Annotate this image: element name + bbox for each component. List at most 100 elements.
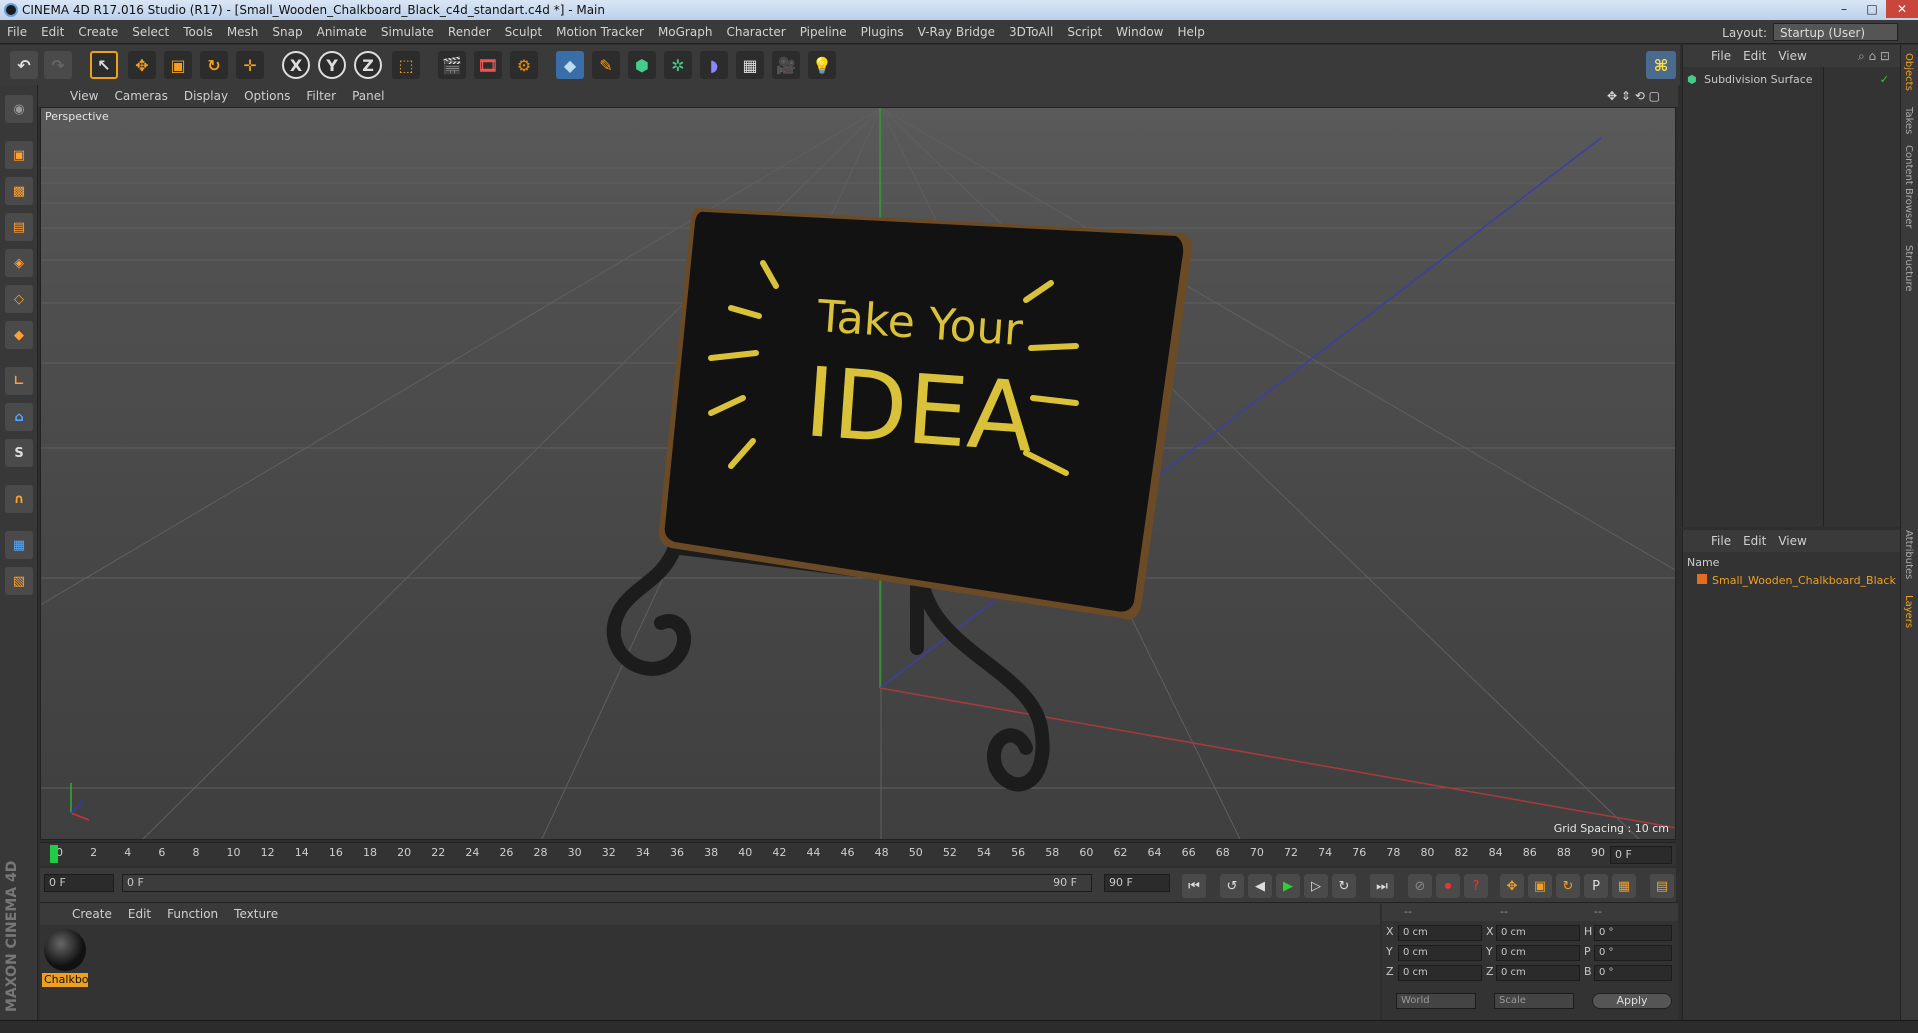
- close-button[interactable]: ✕: [1886, 0, 1918, 18]
- layout-dropdown[interactable]: Startup (User): [1773, 23, 1898, 41]
- texture-mode-icon[interactable]: ▩: [5, 177, 33, 205]
- menu-tools[interactable]: Tools: [176, 20, 220, 44]
- rotate-tool-icon[interactable]: ↻: [200, 51, 228, 79]
- position-z-field[interactable]: 0 cm: [1398, 965, 1482, 981]
- position-x-field[interactable]: 0 cm: [1398, 925, 1482, 941]
- scale-tool-icon[interactable]: ▣: [164, 51, 192, 79]
- render-view-icon[interactable]: 🎬: [438, 51, 466, 79]
- key-parameter-icon[interactable]: P: [1584, 874, 1608, 898]
- material-name[interactable]: Chalkbo: [42, 973, 88, 987]
- menu-file[interactable]: File: [0, 20, 34, 44]
- planar-workplane-icon[interactable]: ▧: [5, 567, 33, 595]
- viewport-menu-cameras[interactable]: Cameras: [106, 89, 175, 103]
- record-active-objects-icon[interactable]: ⏺: [1436, 874, 1460, 898]
- viewport-menu-filter[interactable]: Filter: [298, 89, 344, 103]
- render-picture-viewer-icon[interactable]: 🎞: [474, 51, 502, 79]
- current-frame-field[interactable]: 0 F: [1610, 846, 1672, 864]
- select-tool-icon[interactable]: ↖: [90, 51, 118, 79]
- menu-window[interactable]: Window: [1109, 20, 1170, 44]
- layer-menu-file[interactable]: File: [1705, 534, 1737, 548]
- next-key-icon[interactable]: ↻: [1332, 874, 1356, 898]
- coordinate-space-dropdown[interactable]: World: [1396, 993, 1476, 1009]
- subdivision-surface-icon[interactable]: ⬢: [628, 51, 656, 79]
- model-mode-icon[interactable]: ▣: [5, 141, 33, 169]
- menu-vray-bridge[interactable]: V-Ray Bridge: [911, 20, 1002, 44]
- play-icon[interactable]: ▶: [1276, 874, 1300, 898]
- workplane-mode-icon[interactable]: ▤: [5, 213, 33, 241]
- size-x-field[interactable]: 0 cm: [1496, 925, 1580, 941]
- x-axis-lock[interactable]: X: [282, 51, 310, 79]
- tab-objects[interactable]: Objects: [1903, 53, 1914, 91]
- mograph-cloner-icon[interactable]: ✲: [664, 51, 692, 79]
- timeline-window-icon[interactable]: ▤: [1650, 874, 1674, 898]
- object-enabled-check-icon[interactable]: ✓: [1880, 71, 1889, 89]
- material-menu-texture[interactable]: Texture: [226, 907, 286, 921]
- points-mode-icon[interactable]: ◈: [5, 249, 33, 277]
- coordinate-system-icon[interactable]: ⬚: [392, 51, 420, 79]
- position-y-field[interactable]: 0 cm: [1398, 945, 1482, 961]
- menu-mograph[interactable]: MoGraph: [651, 20, 720, 44]
- layer-row[interactable]: Small_Wooden_Chalkboard_Black: [1697, 574, 1896, 587]
- viewport-nav-icons[interactable]: ✥ ⇕ ⟲ ▢: [1599, 85, 1668, 107]
- rotation-h-field[interactable]: 0 °: [1594, 925, 1672, 941]
- apply-button[interactable]: Apply: [1592, 993, 1672, 1009]
- menu-plugins[interactable]: Plugins: [854, 20, 911, 44]
- key-pla-icon[interactable]: ▦: [1612, 874, 1636, 898]
- material-swatch[interactable]: [44, 929, 86, 971]
- menu-help[interactable]: Help: [1170, 20, 1211, 44]
- tab-content-browser[interactable]: Content Browser: [1903, 145, 1914, 228]
- pen-spline-icon[interactable]: ✎: [592, 51, 620, 79]
- previous-frame-icon[interactable]: ◀: [1248, 874, 1272, 898]
- object-row-subdivision[interactable]: ⬢ Subdivision Surface ✓: [1687, 71, 1895, 89]
- object-menu-edit[interactable]: Edit: [1737, 49, 1772, 63]
- axis-mode-icon[interactable]: ∟: [5, 367, 33, 395]
- tab-takes[interactable]: Takes: [1903, 107, 1914, 134]
- key-rotation-icon[interactable]: ↻: [1556, 874, 1580, 898]
- go-to-end-icon[interactable]: ⏭: [1370, 874, 1394, 898]
- menu-character[interactable]: Character: [719, 20, 792, 44]
- rotation-p-field[interactable]: 0 °: [1594, 945, 1672, 961]
- autokeying-icon[interactable]: ?: [1464, 874, 1488, 898]
- material-menu-edit[interactable]: Edit: [120, 907, 159, 921]
- object-menu-view[interactable]: View: [1772, 49, 1812, 63]
- object-manager-tools-icons[interactable]: ⌕ ⌂ ⊡: [1852, 45, 1896, 67]
- material-menu-create[interactable]: Create: [64, 907, 120, 921]
- layer-menu-view[interactable]: View: [1772, 534, 1812, 548]
- record-disabled-icon[interactable]: ⊘: [1408, 874, 1432, 898]
- frame-range-slider[interactable]: 0 F 90 F: [122, 874, 1092, 892]
- menu-snap[interactable]: Snap: [265, 20, 309, 44]
- tweak-mode-icon[interactable]: ⌂: [5, 403, 33, 431]
- make-editable-icon[interactable]: ◉: [5, 95, 33, 123]
- menu-motion-tracker[interactable]: Motion Tracker: [549, 20, 651, 44]
- menu-create[interactable]: Create: [71, 20, 125, 44]
- light-icon[interactable]: 💡: [808, 51, 836, 79]
- material-menu-function[interactable]: Function: [159, 907, 226, 921]
- start-frame-field[interactable]: 0 F: [44, 874, 114, 892]
- size-z-field[interactable]: 0 cm: [1496, 965, 1580, 981]
- snap-icon[interactable]: S: [5, 439, 33, 467]
- viewport-menu-options[interactable]: Options: [236, 89, 298, 103]
- menu-render[interactable]: Render: [441, 20, 498, 44]
- key-position-icon[interactable]: ✥: [1500, 874, 1524, 898]
- next-frame-icon[interactable]: ▷: [1304, 874, 1328, 898]
- menu-animate[interactable]: Animate: [310, 20, 374, 44]
- menu-edit[interactable]: Edit: [34, 20, 71, 44]
- menu-script[interactable]: Script: [1060, 20, 1109, 44]
- layer-menu-edit[interactable]: Edit: [1737, 534, 1772, 548]
- object-menu-file[interactable]: File: [1705, 49, 1737, 63]
- tab-layers[interactable]: Layers: [1903, 595, 1914, 628]
- viewport-menu-panel[interactable]: Panel: [344, 89, 392, 103]
- cube-object-icon[interactable]: ◆: [556, 51, 584, 79]
- tab-attributes[interactable]: Attributes: [1903, 530, 1914, 579]
- y-axis-lock[interactable]: Y: [318, 51, 346, 79]
- transform-tool-icon[interactable]: ✛: [236, 51, 264, 79]
- maximize-button[interactable]: □: [1858, 0, 1886, 18]
- rotation-b-field[interactable]: 0 °: [1594, 965, 1672, 981]
- menu-pipeline[interactable]: Pipeline: [793, 20, 854, 44]
- edges-mode-icon[interactable]: ◇: [5, 285, 33, 313]
- menu-simulate[interactable]: Simulate: [374, 20, 441, 44]
- size-y-field[interactable]: 0 cm: [1496, 945, 1580, 961]
- key-scale-icon[interactable]: ▣: [1528, 874, 1552, 898]
- python-icon[interactable]: ⌘: [1646, 51, 1676, 79]
- z-axis-lock[interactable]: Z: [354, 51, 382, 79]
